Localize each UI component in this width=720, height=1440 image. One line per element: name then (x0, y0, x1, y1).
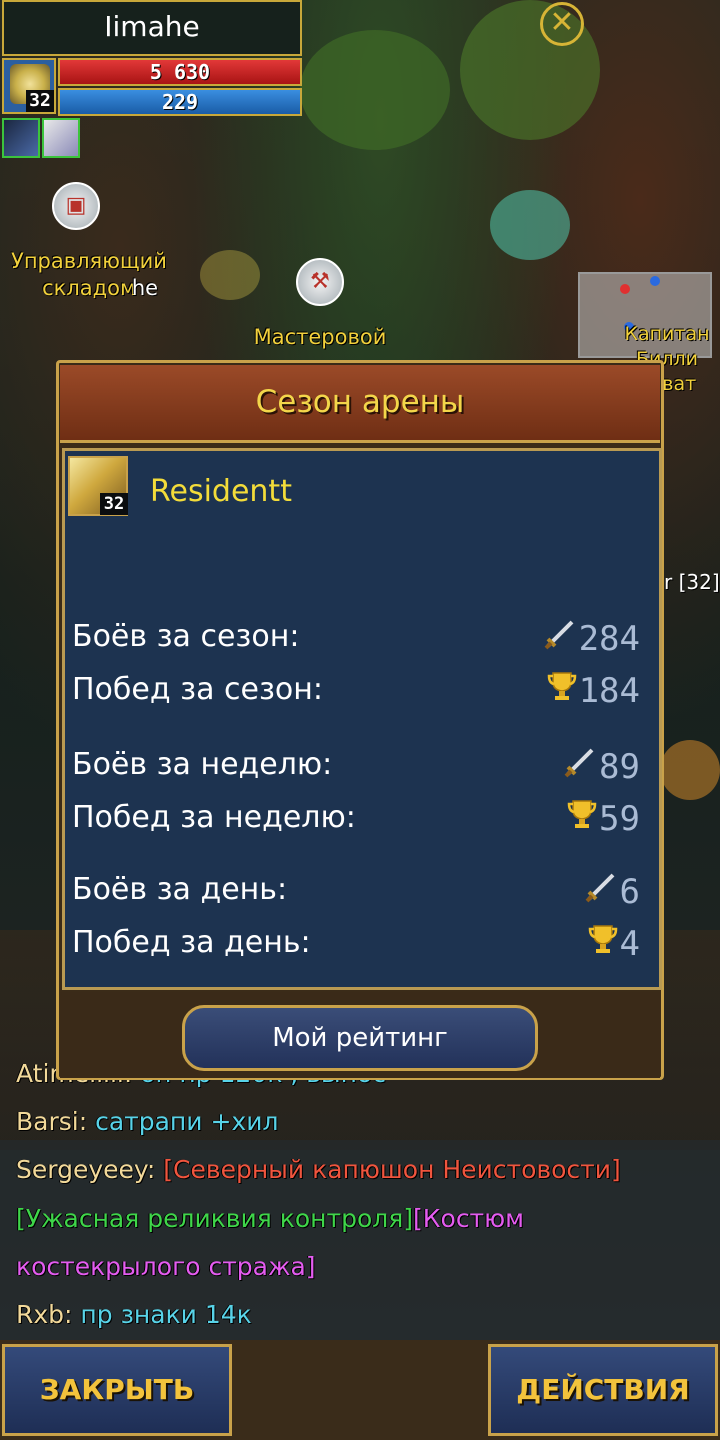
player-level-badge: 32 (100, 493, 128, 515)
side-player-label[interactable]: r [32] (664, 570, 720, 594)
stat-label: Боёв за день: (72, 872, 288, 907)
stat-value: 6 (584, 870, 640, 913)
player-name-plate[interactable]: Iimahe (2, 0, 302, 56)
chat-line: [Ужасная реликвия контроля][Костюм (16, 1204, 525, 1233)
stat-label: Побед за сезон: (72, 672, 324, 707)
mana-bar: 229 (58, 88, 302, 116)
stat-label: Побед за неделю: (72, 800, 356, 835)
my-rating-button[interactable]: Мой рейтинг (182, 1005, 538, 1071)
sword-icon (563, 745, 597, 788)
stat-number: 4 (619, 923, 640, 964)
sword-icon (584, 870, 618, 913)
stat-value: 4 (588, 923, 640, 964)
close-button[interactable]: ЗАКРЫТЬ (2, 1344, 232, 1436)
trophy-icon (567, 798, 597, 839)
dialog-title: Сезон арены (60, 365, 660, 443)
stat-label: Побед за день: (72, 925, 311, 960)
stat-value: 59 (567, 798, 640, 839)
trophy-icon (588, 923, 618, 964)
stat-value: 284 (543, 617, 640, 660)
minimap-enemy-marker (620, 284, 630, 294)
sword-icon (543, 617, 577, 660)
stat-value: 89 (563, 745, 640, 788)
chat-line: Sergeyeey: [Северный капюшон Неистовости… (16, 1155, 621, 1184)
stat-number: 59 (599, 798, 640, 839)
chat-line: Barsi: сатрапи +хил (16, 1107, 279, 1136)
stat-label: Боёв за сезон: (72, 619, 300, 654)
trophy-icon (547, 670, 577, 711)
chat-line: Rxb: пр знаки 14к (16, 1300, 252, 1329)
chat-line: костекрылого стража] (16, 1252, 316, 1281)
anvil-icon[interactable]: ⚒ (296, 258, 344, 306)
dialog-player-name: Residentt (150, 474, 292, 509)
crossed-swords-icon[interactable]: ✕ (540, 2, 584, 46)
stat-number: 284 (578, 618, 640, 659)
stat-number: 6 (619, 871, 640, 912)
npc-craftsman-label[interactable]: Мастеровой (240, 324, 400, 351)
buff-wings-icon[interactable] (42, 118, 80, 158)
actions-button[interactable]: ДЕЙСТВИЯ (488, 1344, 718, 1436)
stat-value: 184 (547, 670, 640, 711)
stat-number: 89 (599, 746, 640, 787)
npc-storage-manager-suffix: he (131, 276, 159, 300)
chest-icon[interactable]: ▣ (52, 182, 100, 230)
minimap-npc-marker (650, 276, 660, 286)
health-bar: 5 630 (58, 58, 302, 86)
stat-number: 184 (578, 670, 640, 711)
player-level-badge: 32 (26, 90, 54, 112)
stat-label: Боёв за неделю: (72, 747, 333, 782)
buff-icon[interactable] (2, 118, 40, 158)
